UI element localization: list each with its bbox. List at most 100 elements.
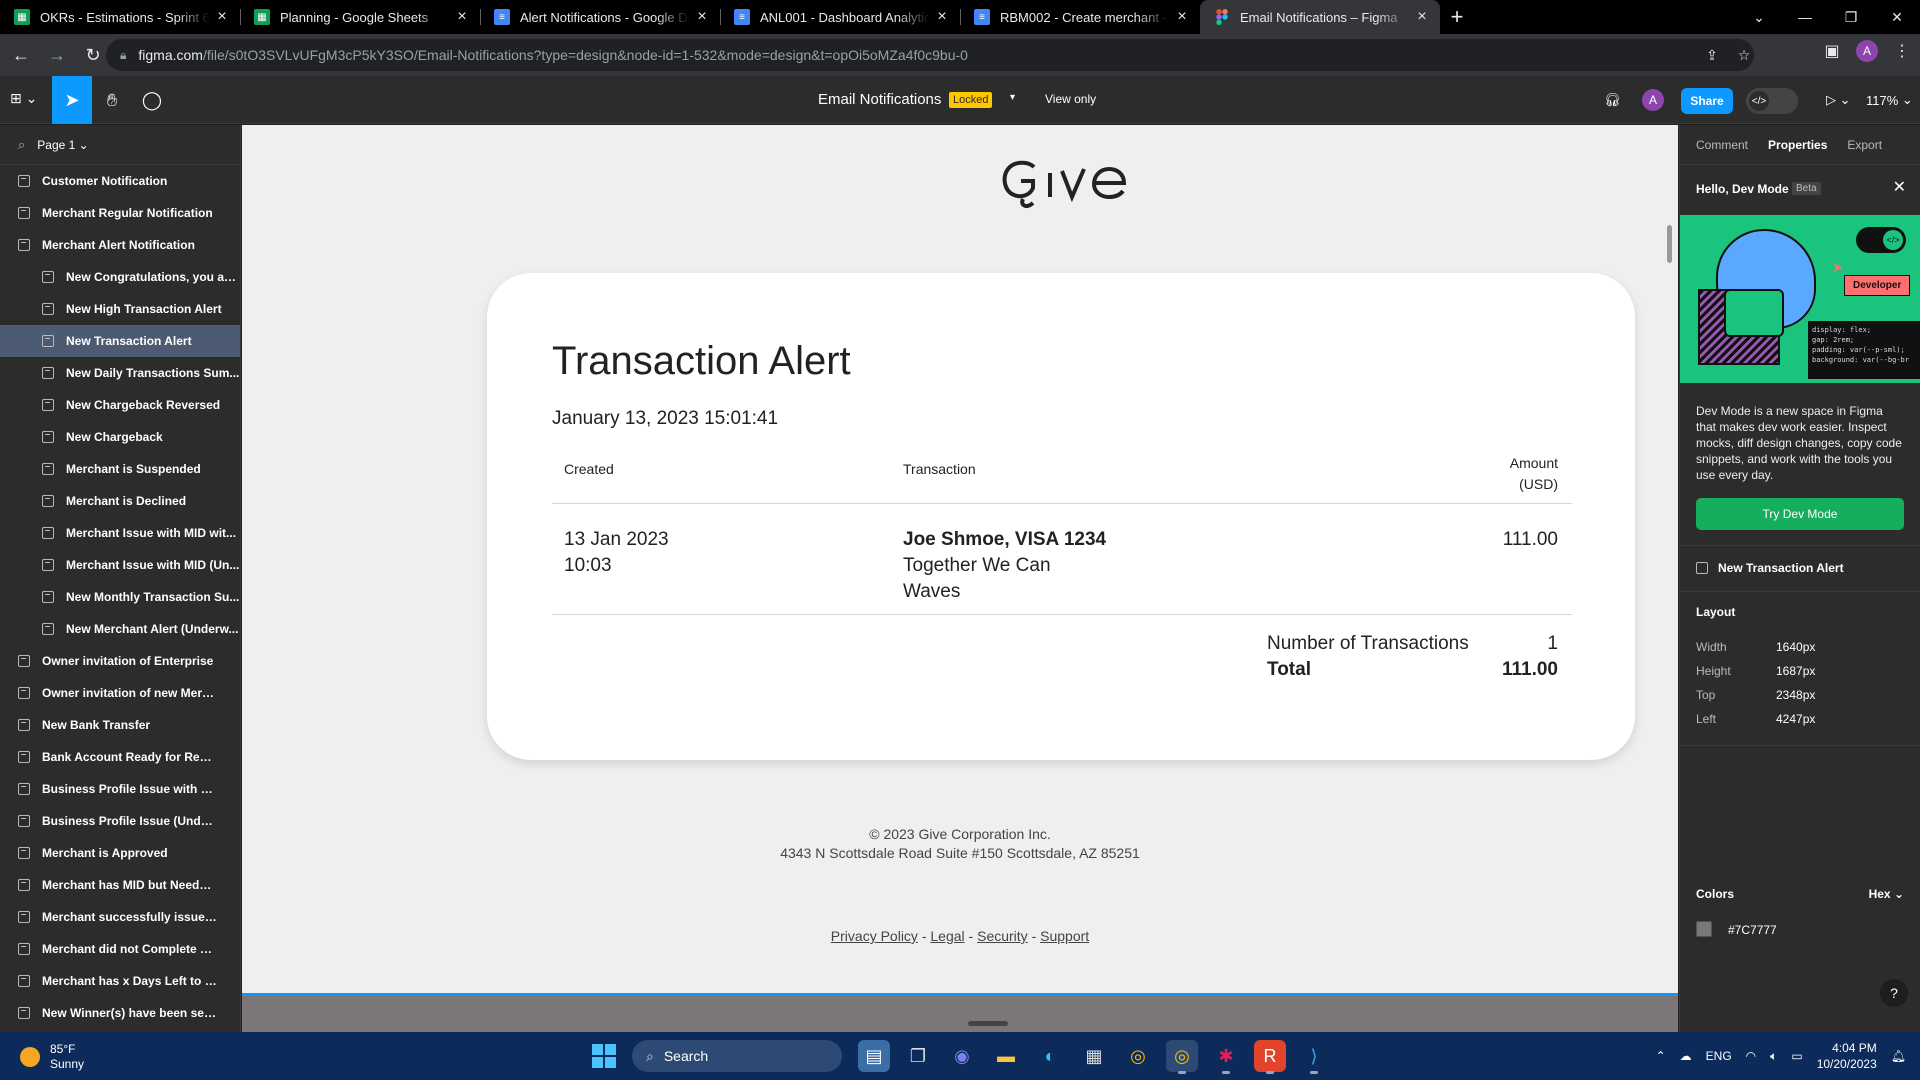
minimize-icon[interactable]: — [1782, 0, 1828, 34]
browser-tab[interactable]: ≡ ANL001 - Dashboard Analytics - × [720, 0, 960, 34]
close-tab-icon[interactable]: × [694, 8, 710, 26]
language-indicator[interactable]: ENG [1706, 1049, 1732, 1063]
vertical-scrollbar[interactable] [1667, 225, 1672, 263]
chrome-icon[interactable]: ◎ [1122, 1040, 1154, 1072]
back-icon[interactable]: ← [6, 40, 36, 70]
layer-item[interactable]: New Daily Transactions Sum... [0, 357, 240, 389]
weather-widget[interactable]: 85°F Sunny [20, 1042, 84, 1072]
layer-item[interactable]: New Bank Transfer [0, 709, 240, 741]
widgets-app-icon[interactable]: ▤ [858, 1040, 890, 1072]
design-canvas[interactable]: Transaction Alert January 13, 2023 15:01… [242, 125, 1678, 1032]
bookmark-star-icon[interactable]: ☆ [1734, 45, 1754, 65]
help-icon[interactable]: ? [1880, 979, 1908, 1007]
layer-item[interactable]: Business Profile Issue with Reque... [0, 773, 240, 805]
try-dev-mode-button[interactable]: Try Dev Mode [1696, 498, 1904, 530]
browser-tab[interactable]: ≡ RBM002 - Create merchant - Go × [960, 0, 1200, 34]
layer-item[interactable]: Merchant has MID but Needs to C... [0, 869, 240, 901]
browser-tab[interactable]: ▦ Planning - Google Sheets × [240, 0, 480, 34]
dev-mode-toggle[interactable]: </> [1746, 88, 1798, 114]
close-tab-icon[interactable]: × [454, 8, 470, 26]
close-tab-icon[interactable]: × [214, 8, 230, 26]
layer-item[interactable]: New Monthly Transaction Su... [0, 581, 240, 613]
browser-tab[interactable]: ▦ OKRs - Estimations - Sprint 6 - G × [0, 0, 240, 34]
comment-tool-icon[interactable]: ◯ [132, 76, 172, 124]
zoom-level[interactable]: 117% ⌄ [1866, 76, 1913, 124]
close-tab-icon[interactable]: × [1414, 8, 1430, 26]
tab-search-icon[interactable]: ⌄ [1736, 0, 1782, 34]
file-explorer-icon[interactable]: ▬ [990, 1040, 1022, 1072]
layer-item[interactable]: New Merchant Alert (Underw... [0, 613, 240, 645]
onedrive-icon[interactable]: ☁︎ [1680, 1049, 1692, 1063]
layer-item[interactable]: Merchant has x Days Left to Com... [0, 965, 240, 997]
color-format-select[interactable]: Hex ⌄ [1869, 887, 1904, 901]
page-selector[interactable]: ⌕ Page 1 ⌄ [0, 125, 240, 165]
layer-item[interactable]: Owner invitation of new Merchant [0, 677, 240, 709]
layer-item[interactable]: New Transaction Alert [0, 325, 240, 357]
layer-item[interactable]: Merchant Alert Notification [0, 229, 240, 261]
headphones-icon[interactable]: 🎧︎ [1604, 76, 1621, 124]
close-icon[interactable]: ✕ [1893, 177, 1906, 197]
move-tool-icon[interactable]: ➤ [52, 76, 92, 124]
security-link[interactable]: Security [977, 928, 1028, 944]
task-view-icon[interactable]: ❐ [902, 1040, 934, 1072]
chevron-down-icon[interactable]: ▾ [1010, 92, 1015, 103]
layer-item[interactable]: Merchant Issue with MID (Un... [0, 549, 240, 581]
tab-properties[interactable]: Properties [1768, 138, 1827, 152]
present-icon[interactable]: ▷ ⌄ [1826, 76, 1851, 124]
collaborator-avatar[interactable]: A [1642, 89, 1664, 111]
layer-item[interactable]: Owner invitation of Enterprise [0, 645, 240, 677]
layer-item[interactable]: Merchant is Suspended [0, 453, 240, 485]
email-frame[interactable]: Transaction Alert January 13, 2023 15:01… [242, 125, 1678, 995]
volume-icon[interactable]: 🔈︎ [1770, 1049, 1777, 1064]
layer-item[interactable]: New Congratulations, you are... [0, 261, 240, 293]
legal-link[interactable]: Legal [930, 928, 964, 944]
chevron-up-icon[interactable]: ⌃ [1656, 1049, 1666, 1063]
store-icon[interactable]: ▦ [1078, 1040, 1110, 1072]
layer-item[interactable]: Business Profile Issue (Underwrit... [0, 805, 240, 837]
clock[interactable]: 4:04 PM 10/20/2023 [1817, 1040, 1877, 1072]
side-panel-icon[interactable]: ▣ [1822, 41, 1842, 61]
layer-item[interactable]: Merchant is Declined [0, 485, 240, 517]
support-link[interactable]: Support [1040, 928, 1089, 944]
horizontal-scrollbar[interactable] [968, 1021, 1008, 1026]
notifications-icon[interactable]: 🔔︎ [1891, 1049, 1906, 1063]
address-bar[interactable]: 🔒︎ figma.com/file/s0tO3SVLvUFgM3cP5kY3SO… [106, 39, 1754, 71]
tab-comment[interactable]: Comment [1696, 138, 1748, 152]
layer-item[interactable]: Merchant is Approved [0, 837, 240, 869]
slack-icon[interactable]: ✱ [1210, 1040, 1242, 1074]
figma-main-menu-icon[interactable]: ⊞ ⌄ [10, 90, 37, 107]
layer-item[interactable]: Merchant Issue with MID wit... [0, 517, 240, 549]
browser-tab-active[interactable]: Email Notifications – Figma × [1200, 0, 1440, 34]
edge-icon[interactable]: ◐ [1034, 1040, 1066, 1072]
close-tab-icon[interactable]: × [1174, 8, 1190, 26]
reload-icon[interactable]: ↻ [78, 40, 108, 70]
browser-tab[interactable]: ≡ Alert Notifications - Google Doc × [480, 0, 720, 34]
hand-tool-icon[interactable]: ✋︎ [92, 76, 132, 124]
privacy-policy-link[interactable]: Privacy Policy [831, 928, 918, 944]
color-swatch[interactable] [1696, 921, 1712, 937]
tab-export[interactable]: Export [1847, 138, 1882, 152]
layer-item[interactable]: Merchant Regular Notification [0, 197, 240, 229]
layer-item[interactable]: New Chargeback [0, 421, 240, 453]
restore-icon[interactable]: ❐ [1828, 0, 1874, 34]
layer-item[interactable]: New High Transaction Alert [0, 293, 240, 325]
share-page-icon[interactable]: ⇪ [1702, 45, 1722, 65]
profile-avatar[interactable]: A [1856, 40, 1878, 62]
browser-menu-icon[interactable]: ⋮ [1892, 41, 1912, 61]
app-r-icon[interactable]: R [1254, 1040, 1286, 1074]
file-name[interactable]: Email Notifications [818, 91, 941, 108]
layer-item[interactable]: Merchant did not Complete Profil... [0, 933, 240, 965]
search-icon[interactable]: ⌕ [18, 137, 25, 153]
color-hex-value[interactable]: #7C7777 [1728, 923, 1777, 937]
layer-item[interactable]: Bank Account Ready for Review (... [0, 741, 240, 773]
start-button-icon[interactable] [592, 1044, 616, 1068]
layer-item[interactable]: New Winner(s) have been selected [0, 997, 240, 1029]
wifi-icon[interactable]: ◠ [1746, 1049, 1756, 1063]
close-window-icon[interactable]: ✕ [1874, 0, 1920, 34]
teams-chat-icon[interactable]: ◉ [946, 1040, 978, 1072]
chrome-active-icon[interactable]: ◎ [1166, 1040, 1198, 1074]
layer-item[interactable]: New Chargeback Reversed [0, 389, 240, 421]
forward-icon[interactable]: → [42, 40, 72, 70]
share-button[interactable]: Share [1681, 88, 1733, 114]
battery-icon[interactable]: ▭ [1791, 1049, 1802, 1063]
